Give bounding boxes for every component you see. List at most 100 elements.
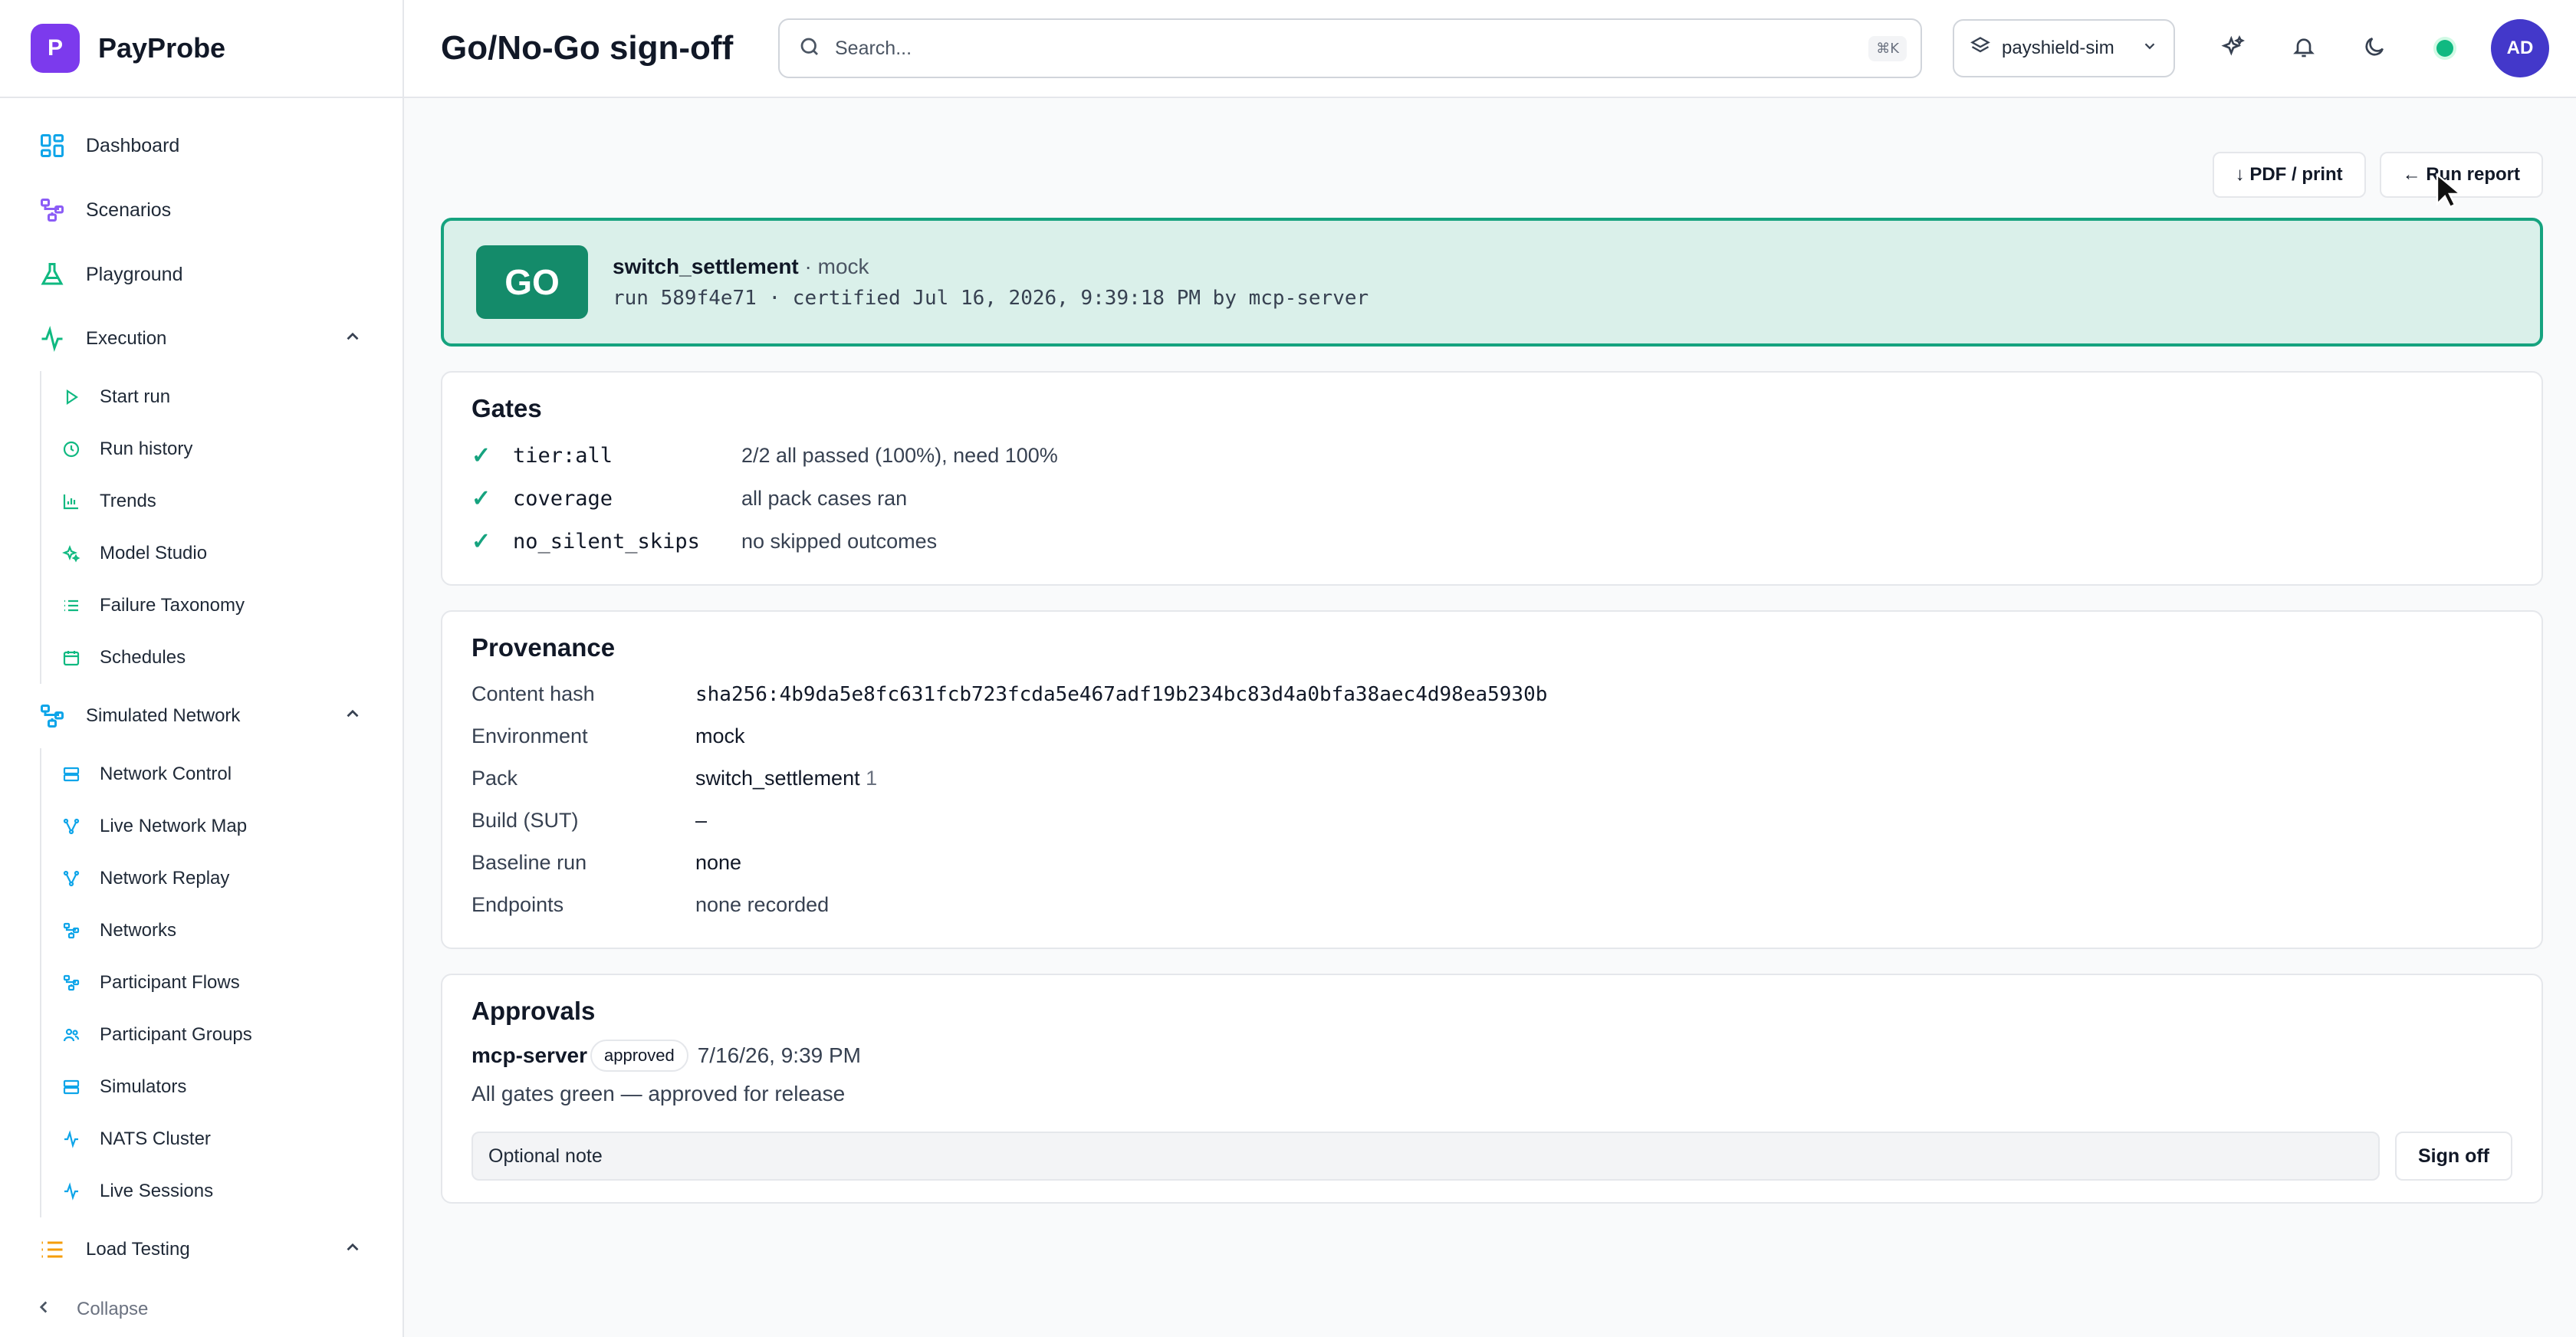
gates-title: Gates <box>472 394 542 422</box>
activity-icon <box>37 324 67 354</box>
check-icon: ✓ <box>472 442 491 468</box>
provenance-row: Baseline run none <box>472 842 2512 884</box>
provenance-row: Environment mock <box>472 715 2512 757</box>
sidebar-item-network-replay[interactable]: Network Replay <box>41 852 402 905</box>
gate-name: no_silent_skips <box>513 529 700 554</box>
provenance-row: Build (SUT) – <box>472 800 2512 842</box>
sidebar-item-network-control[interactable]: Network Control <box>41 748 402 800</box>
environment-select[interactable]: payshield-sim <box>1953 19 2175 77</box>
go-badge: GO <box>476 245 588 319</box>
chevron-up-icon <box>343 704 363 729</box>
sign-off-button[interactable]: Sign off <box>2394 1132 2512 1181</box>
top-bar: Go/No-Go sign-off Search... ⌘K payshield… <box>404 0 2576 98</box>
ai-assistant-button[interactable] <box>2198 19 2269 77</box>
search-input[interactable]: Search... ⌘K <box>778 18 1922 78</box>
gate-detail: all pack cases ran <box>741 486 908 510</box>
sidebar-group-simulated-network[interactable]: Simulated Network <box>0 684 402 748</box>
sidebar-group-execution[interactable]: Execution <box>0 307 402 371</box>
gate-row: ✓ tier:all 2/2 all passed (100%), need 1… <box>472 434 2512 477</box>
approval-note: All gates green — approved for release <box>472 1082 846 1105</box>
sidebar-item-schedules[interactable]: Schedules <box>41 632 402 684</box>
sidebar-item-live-sessions[interactable]: Live Sessions <box>41 1165 402 1217</box>
sidebar-item-trends[interactable]: Trends <box>41 475 402 527</box>
sidebar-item-participant-groups[interactable]: Participant Groups <box>41 1009 402 1061</box>
brand[interactable]: P PayProbe <box>0 0 402 98</box>
check-icon: ✓ <box>472 485 491 511</box>
sidebar-item-label: Run history <box>100 439 193 459</box>
signoff-row: Sign off <box>472 1132 2512 1181</box>
list-icon <box>60 594 83 617</box>
sidebar-item-label: Participant Flows <box>100 972 240 993</box>
app-root: P PayProbe Dashboard Scenarios Playgroun… <box>0 0 2576 1337</box>
environment-value: mock <box>695 724 745 747</box>
sidebar: P PayProbe Dashboard Scenarios Playgroun… <box>0 0 404 1337</box>
pdf-print-button[interactable]: ↓ PDF / print <box>2212 152 2366 198</box>
top-icons: AD <box>2198 19 2549 77</box>
verdict-env: · mock <box>804 255 869 278</box>
gate-name: tier:all <box>513 443 613 468</box>
collapse-sidebar-button[interactable]: Collapse <box>0 1282 402 1337</box>
endpoints-label: Endpoints <box>472 893 564 916</box>
provenance-row: Content hash sha256:4b9da5e8fc631fcb723f… <box>472 673 2512 715</box>
verdict-banner: GO switch_settlement · mock run 589f4e71… <box>441 218 2543 347</box>
baseline-label: Baseline run <box>472 851 587 874</box>
sparkles-icon <box>60 542 83 565</box>
sidebar-item-nats-cluster[interactable]: NATS Cluster <box>41 1113 402 1165</box>
main-area: Go/No-Go sign-off Search... ⌘K payshield… <box>404 0 2576 1337</box>
sidebar-item-scenarios[interactable]: Scenarios <box>0 178 402 242</box>
search-shortcut: ⌘K <box>1868 35 1907 61</box>
pack-version: 1 <box>866 767 878 790</box>
sidebar-item-dashboard[interactable]: Dashboard <box>0 113 402 178</box>
avatar[interactable]: AD <box>2491 19 2549 77</box>
chevron-up-icon <box>343 327 363 352</box>
sidebar-item-label: NATS Cluster <box>100 1128 211 1149</box>
theme-toggle-button[interactable] <box>2339 19 2410 77</box>
sidebar-item-live-network-map[interactable]: Live Network Map <box>41 800 402 852</box>
sidebar-item-label: Simulators <box>100 1076 187 1097</box>
mouse-cursor-icon <box>2436 172 2463 214</box>
sidebar-item-label: Dashboard <box>86 134 180 156</box>
network-icon <box>60 867 83 890</box>
approval-timestamp: 7/16/26, 9:39 PM <box>697 1043 861 1067</box>
status-dot-icon <box>2436 40 2453 57</box>
approvals-title: Approvals <box>472 997 596 1025</box>
build-label: Build (SUT) <box>472 809 579 832</box>
sidebar-item-label: Trends <box>100 491 156 511</box>
sidebar-item-model-studio[interactable]: Model Studio <box>41 527 402 580</box>
server-icon <box>60 1076 83 1099</box>
execution-sublist: Start run Run history Trends Model Studi… <box>40 371 402 684</box>
network-group-icon <box>37 701 67 731</box>
bar-chart-icon <box>60 490 83 513</box>
note-input[interactable] <box>472 1132 2380 1181</box>
gate-row: ✓ no_silent_skips no skipped outcomes <box>472 520 2512 563</box>
pack-name: switch_settlement <box>695 767 860 790</box>
report-actions: ↓ PDF / print ← Run report <box>441 152 2543 198</box>
calendar-icon <box>60 646 83 669</box>
approval-entry: mcp-server approved 7/16/26, 9:39 PM <box>472 1036 2512 1075</box>
layers-icon <box>1970 35 1991 62</box>
sidebar-item-simulators[interactable]: Simulators <box>41 1061 402 1113</box>
sidebar-item-failure-taxonomy[interactable]: Failure Taxonomy <box>41 580 402 632</box>
sidebar-group-load-testing[interactable]: Load Testing <box>0 1217 402 1271</box>
notifications-button[interactable] <box>2269 19 2339 77</box>
sidebar-item-playground[interactable]: Playground <box>0 242 402 307</box>
sidebar-group-label: Execution <box>86 328 167 349</box>
verdict-text: switch_settlement · mock run 589f4e71 · … <box>613 255 1368 310</box>
sidebar-item-start-run[interactable]: Start run <box>41 371 402 423</box>
gates-card: Gates ✓ tier:all 2/2 all passed (100%), … <box>441 371 2543 586</box>
connection-status[interactable] <box>2410 19 2480 77</box>
chevron-down-icon <box>2141 38 2158 60</box>
verdict-title: switch_settlement · mock <box>613 255 1368 279</box>
content-hash-label: Content hash <box>472 682 595 705</box>
network-icon <box>60 815 83 838</box>
sidebar-item-label: Start run <box>100 386 171 407</box>
sidebar-item-participant-flows[interactable]: Participant Flows <box>41 957 402 1009</box>
brand-name: PayProbe <box>98 32 226 64</box>
status-badge: approved <box>590 1040 688 1072</box>
sidebar-item-label: Scenarios <box>86 199 172 221</box>
sidebar-item-run-history[interactable]: Run history <box>41 423 402 475</box>
verdict-pack: switch_settlement <box>613 255 799 278</box>
sidebar-item-networks[interactable]: Networks <box>41 905 402 957</box>
chevron-up-icon <box>343 1237 363 1263</box>
collapse-label: Collapse <box>77 1299 149 1319</box>
